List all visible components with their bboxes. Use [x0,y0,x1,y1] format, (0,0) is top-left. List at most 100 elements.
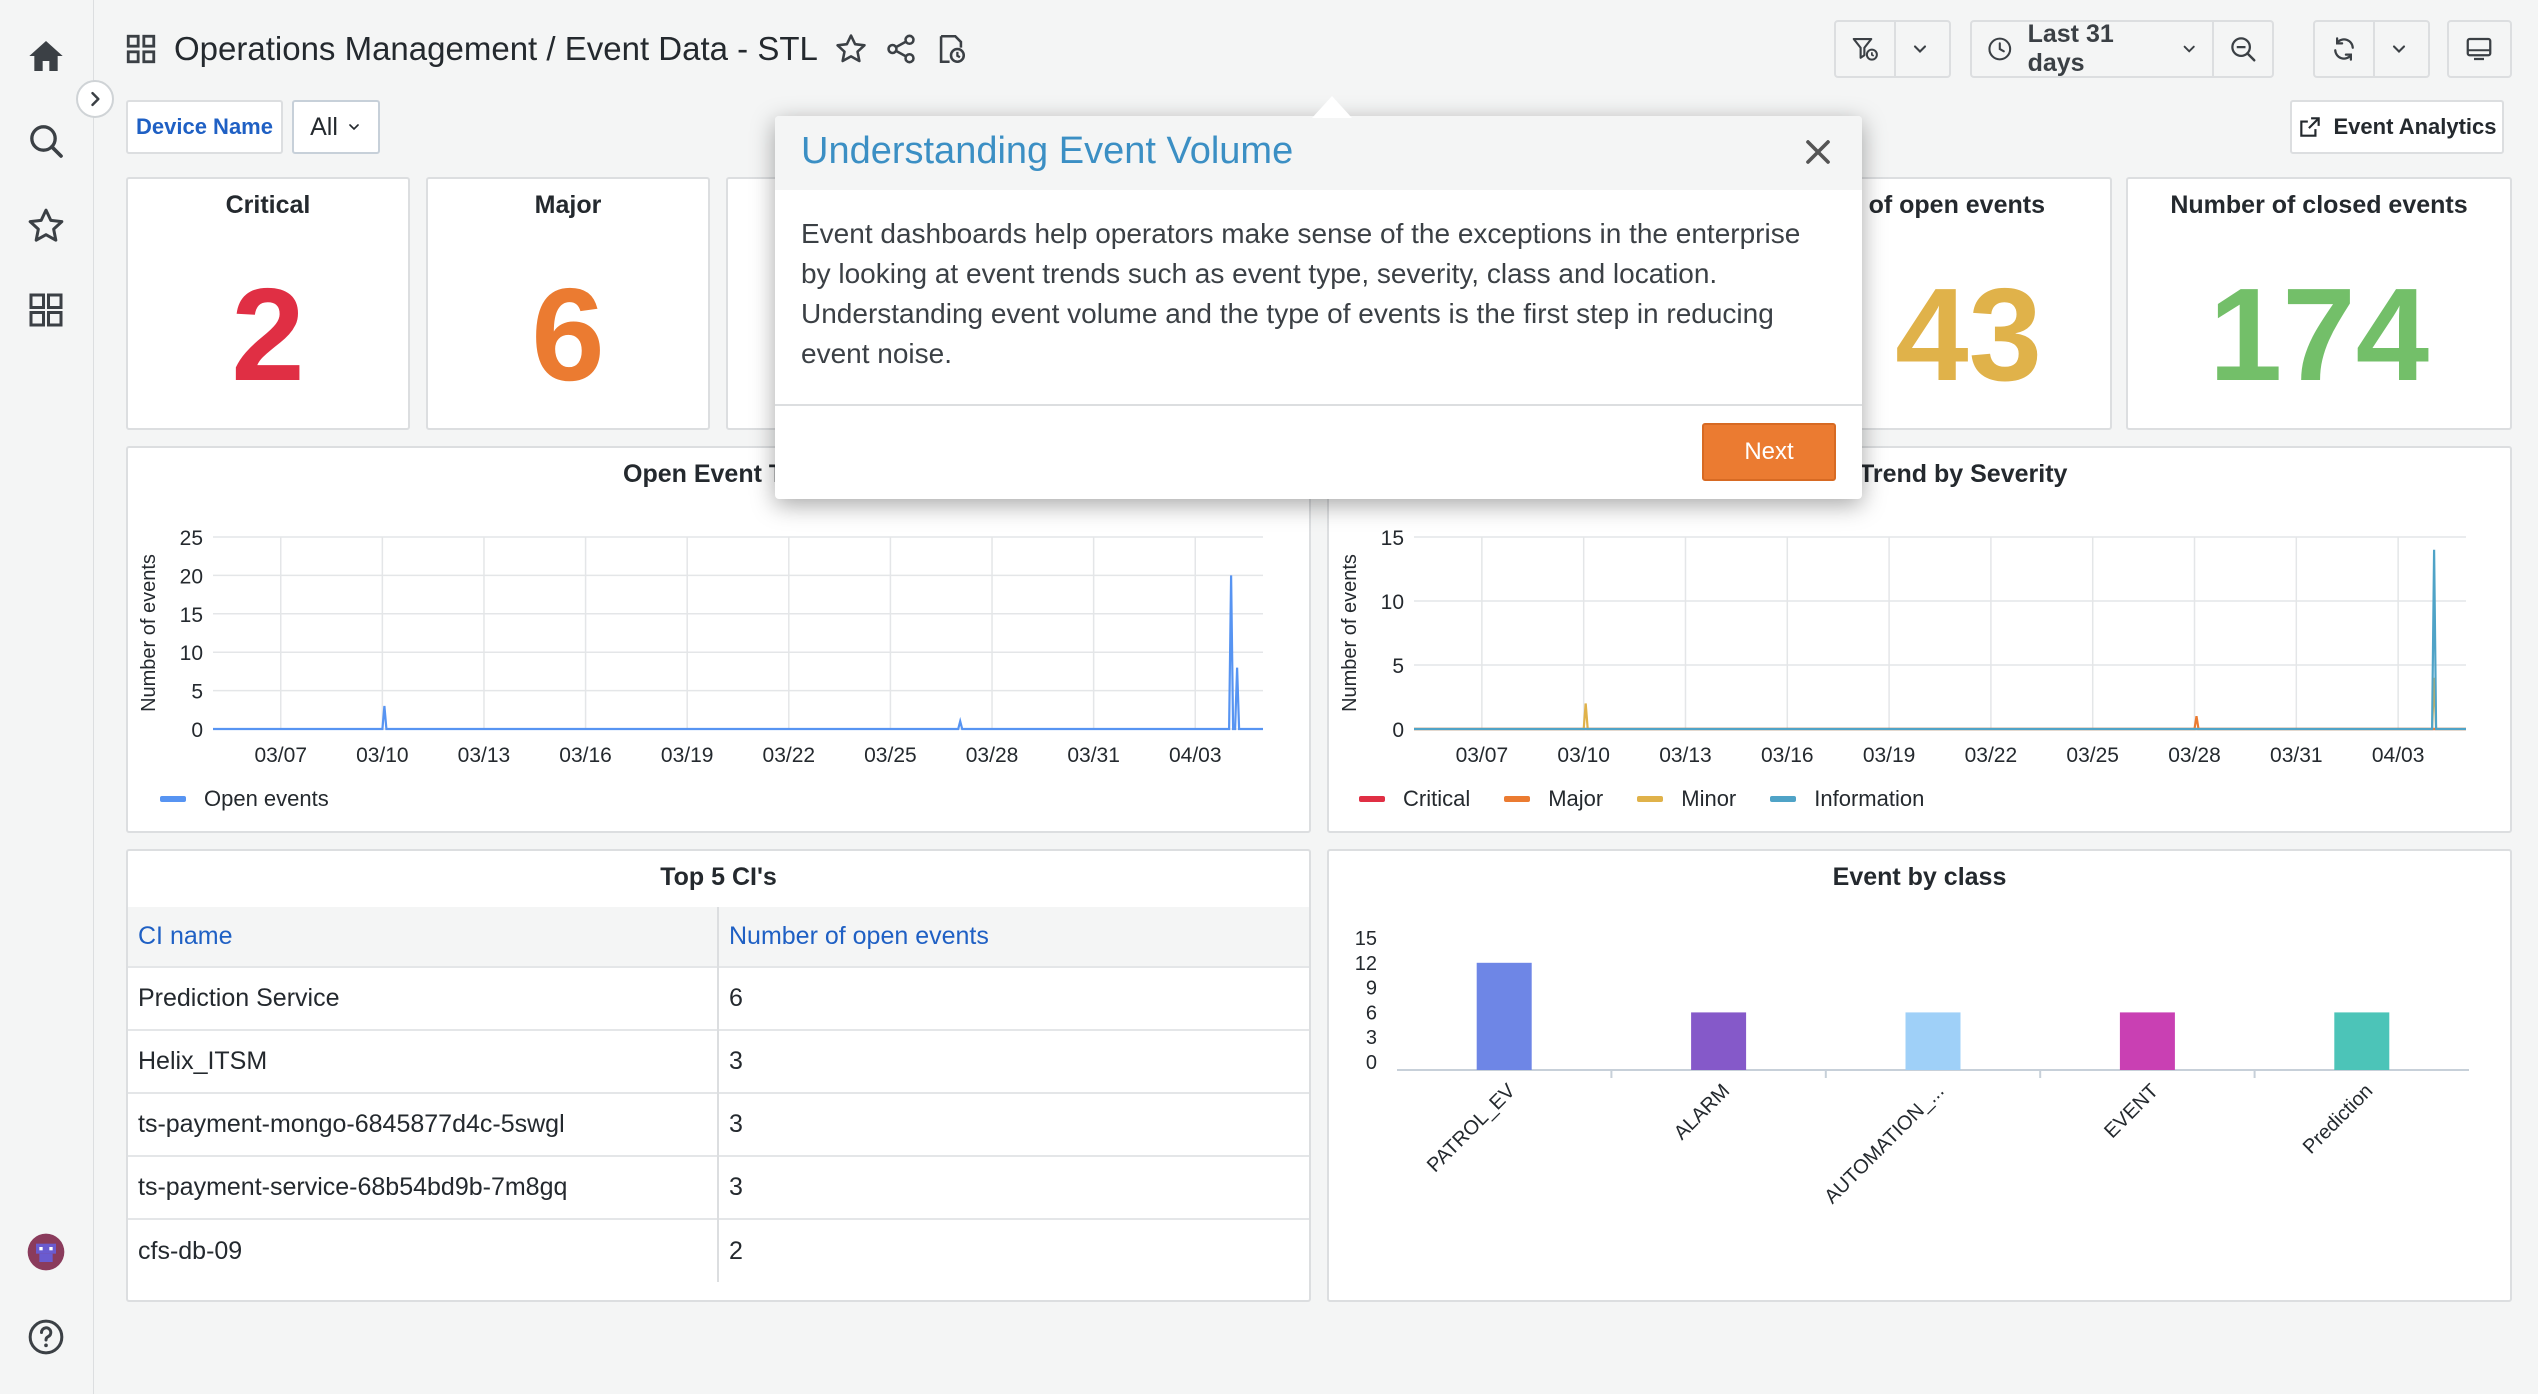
refresh-button[interactable] [2315,22,2373,76]
y-tick-label: 12 [1355,953,1377,975]
legend-item-critical[interactable]: Critical [1359,786,1470,812]
dashboard-title[interactable]: / Event Data - STL [546,30,817,67]
table-row: cfs-db-09 2 [128,1218,1309,1282]
stat-value: 6 [531,261,605,408]
user-avatar-icon[interactable] [22,1228,70,1276]
help-icon[interactable] [22,1313,70,1361]
chart-grid: 0 5 10 15 03/07 03/10 03/13 03/16 03/19 03/22 03/2… [1339,527,2466,767]
filter-dropdown-button[interactable] [1894,22,1944,76]
legend-item-minor[interactable]: Minor [1637,786,1736,812]
chart-grid: 0 5 10 15 20 25 03/07 03/10 03/13 03/16 03/19 03/22… [138,527,1263,767]
table-row: ts-payment-service-68b54bd9b-7m8gq 3 [128,1155,1309,1219]
y-tick-label: 0 [191,719,203,742]
bar-prediction [2334,1012,2390,1070]
stat-label: Major [534,191,602,219]
page-title: Operations Management / Event Data - STL [174,30,818,68]
folder-title[interactable]: Operations Management [174,30,537,67]
home-icon[interactable] [22,32,70,80]
x-tick-label: 03/22 [1965,744,2018,767]
next-button[interactable]: Next [1702,423,1836,481]
open-event-trend-chart: 0 5 10 15 20 25 03/07 03/10 03/13 03/16 03/19 03/22… [138,527,1263,767]
legend-label: Critical [1403,786,1471,811]
x-tick-label: 03/13 [458,744,511,767]
x-tick-label: 03/19 [661,744,714,767]
x-tick-label: 03/07 [254,744,307,767]
save-history-icon[interactable] [934,32,968,66]
time-range-label: Last 31 days [2027,20,2114,77]
popover-divider [775,404,1862,406]
panel-title: Top 5 CI's [660,863,777,891]
event-analytics-label: Event Analytics [2333,114,2497,139]
bar-automation- [1905,1012,1961,1070]
y-tick-label: 0 [1392,719,1404,742]
top-ci-panel: Top 5 CI's CI name Number of open events… [126,849,1311,1302]
severity-trend-chart: 0 5 10 15 03/07 03/10 03/13 03/16 03/19 03/22 03/2… [1339,527,2466,767]
chevron-right-icon [91,91,100,107]
stat-closed-events: Number of closed events 174 [2126,177,2512,430]
x-tick-label: 03/28 [2168,744,2221,767]
legend-swatch [1637,796,1664,802]
x-tick-label: 03/22 [763,744,816,767]
table-row: Prediction Service 6 [128,966,1309,1030]
legend-swatch [160,796,186,802]
dashboards-icon[interactable] [22,286,70,334]
legend-item-open-events[interactable]: Open events [160,786,329,812]
stat-label: Critical [225,191,311,219]
stat-value: 174 [2208,261,2430,408]
top-bar: Operations Management / Event Data - STL… [94,0,2538,96]
zoom-out-icon [2231,37,2256,62]
event-analytics-button[interactable]: Event Analytics [2290,100,2504,154]
y-tick-label: 15 [180,604,203,627]
tv-mode-group [2447,20,2512,78]
column-header-open-events[interactable]: Number of open events [718,907,1309,967]
series-line-minor [1414,677,2466,731]
refresh-interval-dropdown[interactable] [2373,22,2423,76]
x-tick-label: EVENT [2100,1080,2163,1143]
y-tick-label: 0 [1366,1052,1377,1074]
series-line-information [1414,549,2466,731]
x-tick-label: AUTOMATION_... [1820,1080,1948,1208]
refresh-group [2313,20,2430,78]
close-button[interactable] [1798,132,1838,172]
x-tick-label: 03/25 [2066,744,2119,767]
star-icon[interactable] [22,202,70,250]
cell-ci-name: Prediction Service [128,966,719,1030]
favorite-star-icon[interactable] [834,32,868,66]
sidebar-expand-button[interactable] [76,80,114,118]
chevron-down-icon [2392,45,2406,53]
table-row: ts-payment-mongo-6845877d4c-5swgl 3 [128,1092,1309,1156]
legend-swatch [1770,796,1797,802]
legend-item-major[interactable]: Major [1504,786,1603,812]
refresh-icon [2334,37,2354,61]
apps-grid-icon [124,32,158,66]
device-name-select[interactable]: All [292,100,380,154]
tour-popover: Understanding Event Volume Event dashboa… [775,116,1862,499]
cell-ci-name: Helix_ITSM [128,1029,719,1093]
x-tick-label: PATROL_EV [1423,1080,1520,1177]
time-range-picker[interactable]: Last 31 days [1972,20,2212,77]
column-header-ci-name[interactable]: CI name [128,907,719,967]
x-tick-label: 03/07 [1456,744,1509,767]
x-tick-label: 03/16 [559,744,612,767]
filter-toggle-button[interactable] [1836,22,1894,76]
popover-body: Event dashboards help operators make sen… [801,218,1801,369]
zoom-out-button[interactable] [2212,22,2272,76]
tv-mode-button[interactable] [2449,22,2509,76]
y-tick-label: 9 [1366,978,1377,1000]
cell-ci-name: cfs-db-09 [128,1218,719,1282]
legend-item-information[interactable]: Information [1770,786,1924,812]
share-icon[interactable] [884,32,918,66]
chart-legend: Open events [160,786,329,812]
bar-event [2119,1012,2175,1070]
chevron-down-icon [349,124,359,131]
search-icon[interactable] [22,117,70,165]
y-tick-label: 15 [1381,527,1404,550]
popover-title: Understanding Event Volume [801,130,1294,172]
y-tick-label: 10 [1381,591,1404,614]
close-icon [1806,140,1830,164]
cell-ci-name: ts-payment-service-68b54bd9b-7m8gq [128,1155,719,1219]
stat-label: Number of closed events [2170,191,2468,219]
chart-legend: Critical Major Minor Information [1359,786,1924,812]
x-tick-label: 03/28 [966,744,1019,767]
open-event-trend-panel: Open Event Tr 0 5 10 15 20 25 03/07 03/10 03/13 0… [126,446,1311,833]
